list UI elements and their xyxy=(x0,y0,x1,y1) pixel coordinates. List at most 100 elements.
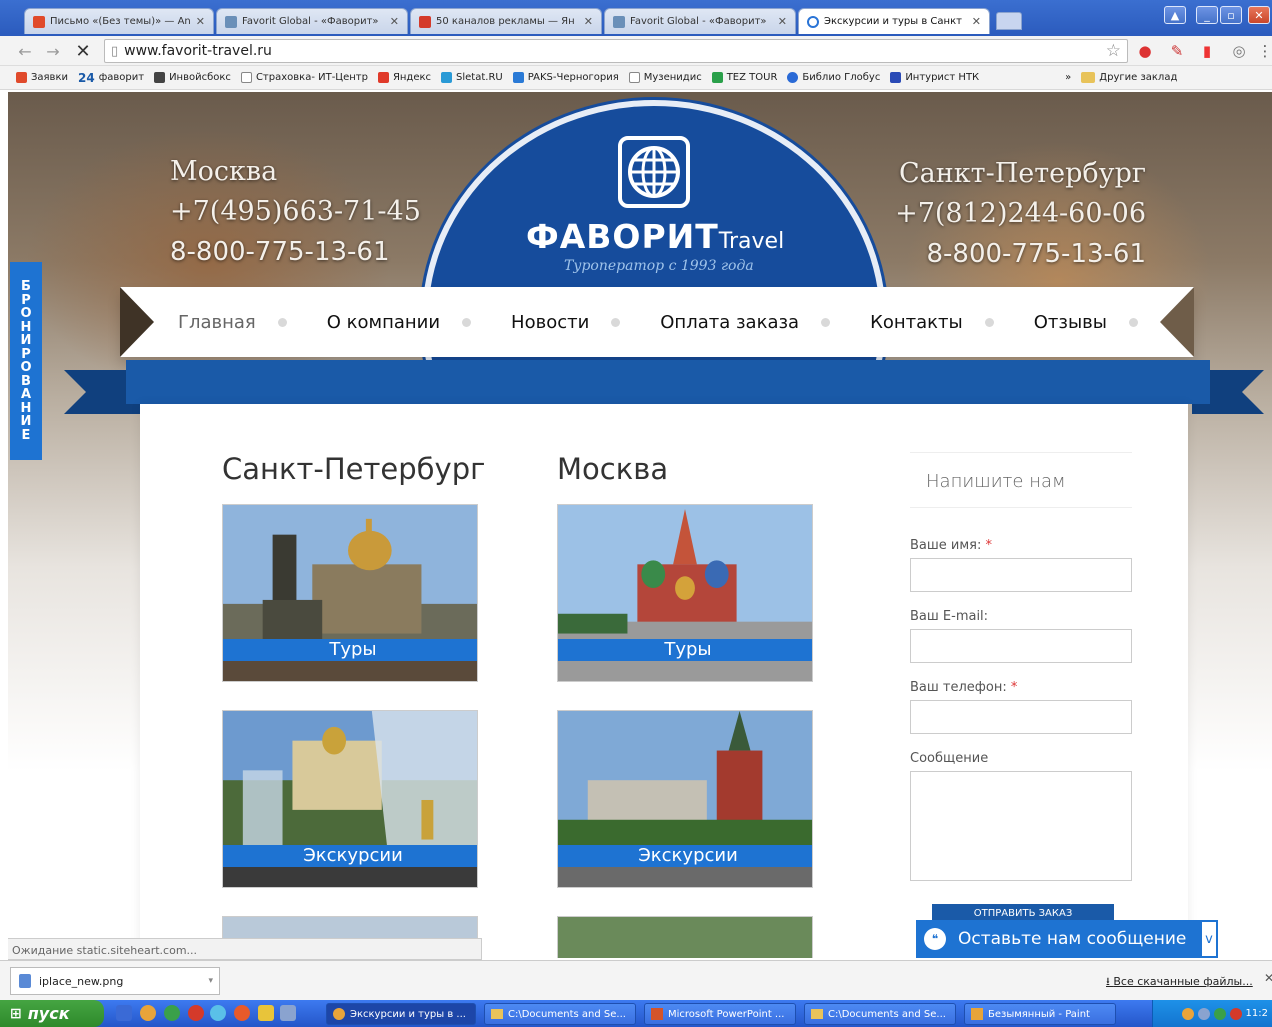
quicklaunch-icon[interactable] xyxy=(258,1005,274,1021)
taskbar-task[interactable]: C:\Documents and Se... xyxy=(484,1003,636,1025)
bookmark-label: Музенидис xyxy=(643,72,702,83)
user-profile-icon[interactable]: ▲ xyxy=(1164,6,1186,24)
forward-button[interactable]: → xyxy=(42,40,64,62)
bookmark-item[interactable]: Инвойсбокс xyxy=(154,72,231,83)
bookmark-item[interactable]: 24 фаворит xyxy=(78,71,144,85)
other-bookmarks-folder[interactable]: Другие заклад xyxy=(1081,72,1177,83)
phone-input[interactable] xyxy=(910,700,1132,734)
bookmark-flag-icon[interactable]: ▮ xyxy=(1198,42,1216,60)
tray-icon[interactable] xyxy=(1197,1007,1210,1020)
yandex-icon xyxy=(419,15,431,28)
extension-icon[interactable]: ✎ xyxy=(1168,42,1186,60)
powerpoint-icon xyxy=(651,1008,663,1020)
taskbar-task[interactable]: C:\Documents and Se... xyxy=(804,1003,956,1025)
download-item[interactable]: iplace_new.png ▾ xyxy=(10,967,220,995)
browser-tab-active[interactable]: Экскурсии и туры в Санкт ✕ xyxy=(798,8,990,34)
close-window-button[interactable]: ✕ xyxy=(1248,6,1270,24)
bookmark-item[interactable]: TEZ TOUR xyxy=(711,72,777,83)
separator-dot xyxy=(462,317,472,327)
moscow-phone[interactable]: +7(495)663-71-45 xyxy=(170,192,421,232)
address-bar[interactable]: ▯ www.favorit-travel.ru ☆ xyxy=(104,39,1128,63)
bookmarks-overflow[interactable]: » xyxy=(1065,72,1071,83)
quicklaunch-icon[interactable] xyxy=(280,1005,296,1021)
tab-label: Письмо «(Без темы)» — An xyxy=(50,16,191,27)
spb-tours-card[interactable]: Туры xyxy=(222,504,478,682)
menu-item-news[interactable]: Новости xyxy=(511,312,621,333)
menu-item-payment[interactable]: Оплата заказа xyxy=(660,311,831,333)
spb-phone[interactable]: +7(812)244-60-06 xyxy=(876,194,1146,234)
bookmark-star-icon[interactable]: ☆ xyxy=(1106,41,1121,61)
quicklaunch-icon[interactable] xyxy=(140,1005,156,1021)
close-tab-icon[interactable]: ✕ xyxy=(390,15,399,28)
taskbar-task[interactable]: Microsoft PowerPoint ... xyxy=(644,1003,796,1025)
browser-tab[interactable]: Favorit Global - «Фаворит» ✕ xyxy=(216,8,408,34)
label-text: Ваше имя: xyxy=(910,538,982,553)
browser-tab[interactable]: 50 каналов рекламы — Ян ✕ xyxy=(410,8,602,34)
menu-item-contacts[interactable]: Контакты xyxy=(870,312,994,333)
spb-phone-toll-free[interactable]: 8-800-775-13-61 xyxy=(876,234,1147,274)
close-tab-icon[interactable]: ✕ xyxy=(972,15,981,28)
all-downloads-link[interactable]: ⭳ Все скачанные файлы... xyxy=(1106,973,1253,992)
minimize-button[interactable]: _ xyxy=(1196,6,1218,24)
stop-loading-button[interactable]: ✕ xyxy=(72,40,94,62)
separator-dot xyxy=(984,317,994,327)
bookmark-item[interactable]: Интурист НТК xyxy=(890,72,979,83)
bookmark-item[interactable]: Страховка- ИТ-Центр xyxy=(240,72,368,83)
close-tab-icon[interactable]: ✕ xyxy=(584,15,593,28)
quicklaunch-icon[interactable] xyxy=(234,1005,250,1021)
moscow-excursions-card[interactable]: Экскурсии xyxy=(557,710,813,888)
browser-tab[interactable]: Favorit Global - «Фаворит» ✕ xyxy=(604,8,796,34)
back-button[interactable]: ← xyxy=(14,40,36,62)
maximize-button[interactable]: ▫ xyxy=(1220,6,1242,24)
extension-icon[interactable]: ● xyxy=(1136,42,1154,60)
menu-label: Контакты xyxy=(870,311,963,333)
card-label: Туры xyxy=(558,639,812,661)
tray-icon[interactable] xyxy=(1229,1007,1242,1020)
page-icon xyxy=(225,15,237,28)
taskbar-task[interactable]: Экскурсии и туры в ... xyxy=(326,1003,476,1025)
quicklaunch-icon[interactable] xyxy=(188,1005,204,1021)
menu-icon[interactable]: ⋮ xyxy=(1256,42,1272,60)
start-button[interactable]: ⊞ пуск xyxy=(0,1000,104,1027)
bookmark-label: Интурист НТК xyxy=(905,72,980,83)
close-tab-icon[interactable]: ✕ xyxy=(778,15,787,28)
moscow-city: Москва xyxy=(170,156,278,187)
close-download-shelf-icon[interactable]: ✕ xyxy=(1264,971,1272,985)
quicklaunch-icon[interactable] xyxy=(164,1005,180,1021)
bookmark-item[interactable]: Sletat.RU xyxy=(441,72,503,83)
spb-city: Санкт-Петербург xyxy=(899,158,1146,189)
spb-contacts: Санкт-Петербург +7(812)244-60-06 8-800-7… xyxy=(876,154,1146,274)
bookmark-item[interactable]: PAKS-Черногория xyxy=(512,72,619,83)
tray-icon[interactable] xyxy=(1181,1007,1194,1020)
taskbar-task[interactable]: Безымянный - Paint xyxy=(964,1003,1116,1025)
bookmark-item[interactable]: Яндекс xyxy=(377,72,431,83)
moscow-phone-toll-free[interactable]: 8-800-775-13-61 xyxy=(170,232,421,272)
menu-item-reviews[interactable]: Отзывы xyxy=(1034,312,1138,333)
bookmark-item[interactable]: Музенидис xyxy=(628,72,702,83)
moscow-tours-card[interactable]: Туры xyxy=(557,504,813,682)
menu-item-home[interactable]: Главная xyxy=(178,312,287,333)
chat-widget[interactable]: ❝ Оставьте нам сообщение v xyxy=(916,920,1218,958)
email-label: Ваш E-mail: xyxy=(910,609,989,624)
spb-excursions-card[interactable]: Экскурсии xyxy=(222,710,478,888)
message-textarea[interactable] xyxy=(910,771,1132,881)
new-tab-button[interactable] xyxy=(996,12,1022,30)
booking-side-tab[interactable]: Б Р О Н И Р О В А Н И Е xyxy=(10,262,42,460)
clock[interactable]: 11:2 xyxy=(1246,1008,1268,1019)
card-partial[interactable] xyxy=(557,916,813,958)
tray-icon[interactable] xyxy=(1213,1007,1226,1020)
quicklaunch-icon[interactable] xyxy=(210,1005,226,1021)
bookmark-item[interactable]: Заявки xyxy=(16,72,68,83)
email-input[interactable] xyxy=(910,629,1132,663)
bookmark-item[interactable]: Библио Глобус xyxy=(787,72,880,83)
quicklaunch-icon[interactable] xyxy=(116,1005,132,1021)
name-input[interactable] xyxy=(910,558,1132,592)
dropdown-arrow-icon[interactable]: ▾ xyxy=(208,976,213,986)
chat-toggle-button[interactable]: v xyxy=(1200,920,1218,958)
menu-item-about[interactable]: О компании xyxy=(327,312,472,333)
browser-tab[interactable]: Письмо «(Без темы)» — An ✕ xyxy=(24,8,214,34)
menu-label: Оплата заказа xyxy=(660,311,800,333)
extension-icon[interactable]: ◎ xyxy=(1230,42,1248,60)
close-tab-icon[interactable]: ✕ xyxy=(196,15,205,28)
moscow-contacts: Москва +7(495)663-71-45 8-800-775-13-61 xyxy=(170,152,421,272)
